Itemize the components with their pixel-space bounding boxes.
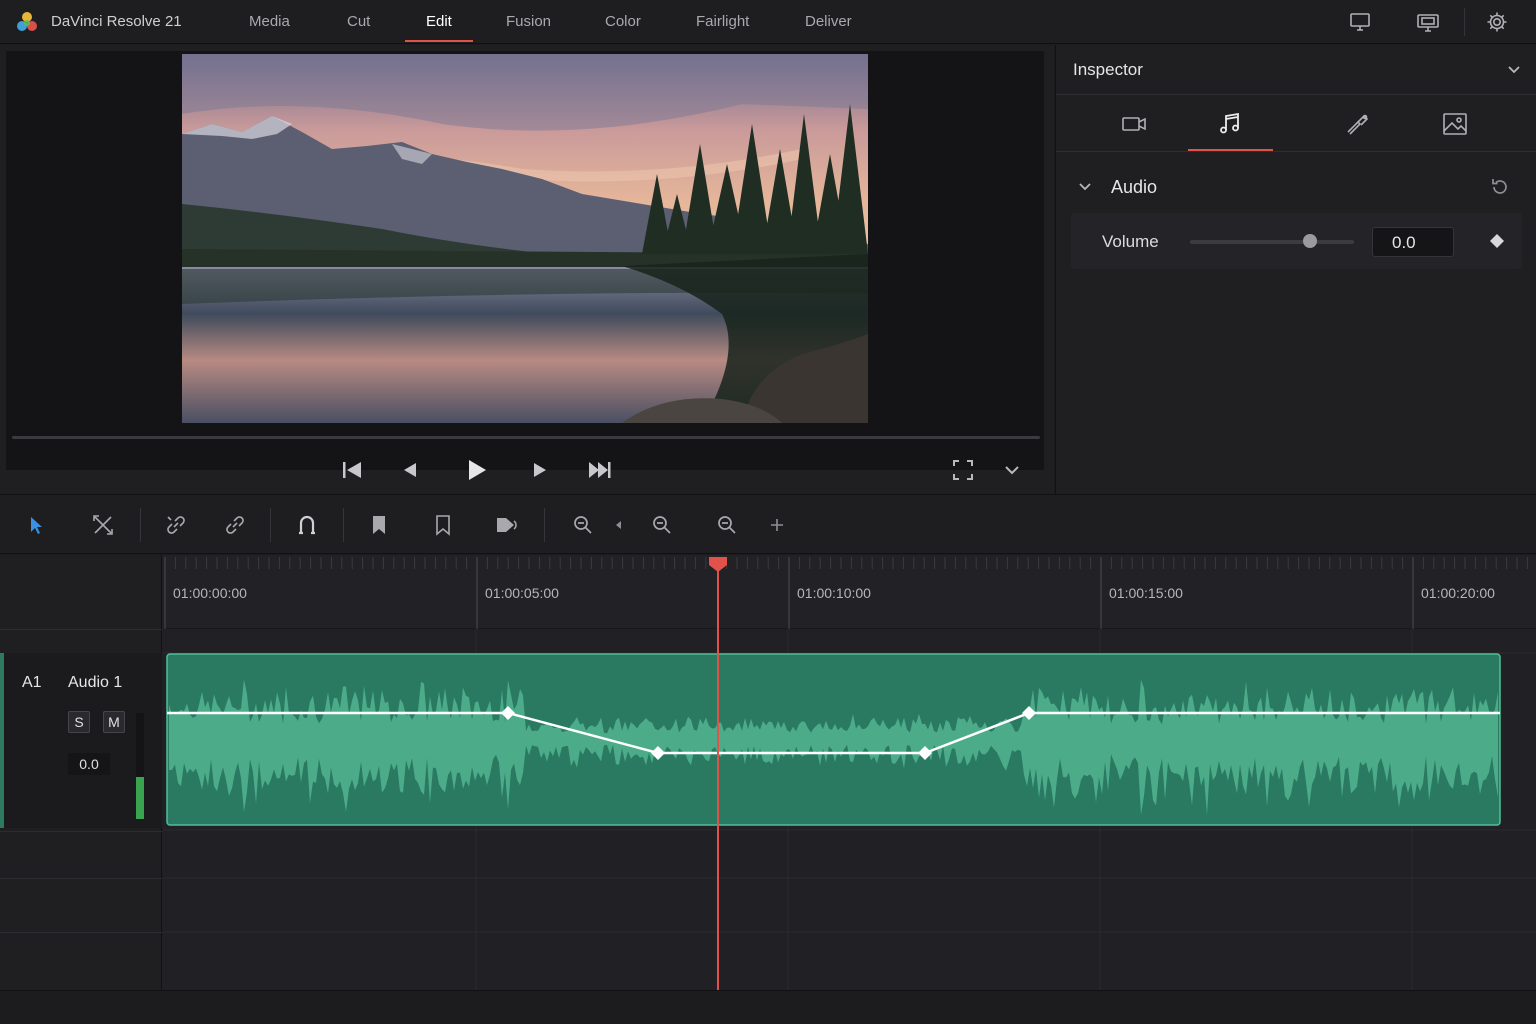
page-tab-edit[interactable]: Edit — [426, 13, 452, 30]
timecode-label: 01:00:10:00 — [797, 585, 871, 601]
mute-button[interactable]: M — [103, 711, 125, 733]
timecode-label: 01:00:15:00 — [1109, 585, 1183, 601]
header-divider — [0, 831, 162, 832]
header-divider — [0, 878, 162, 879]
step-forward-icon[interactable] — [527, 457, 553, 483]
viewer-canvas — [6, 51, 1044, 470]
top-bar: DaVinci Resolve 21 Media Cut Edit Fusion… — [0, 0, 1536, 44]
volume-label: Volume — [1102, 232, 1159, 251]
status-bar — [0, 990, 1536, 1024]
snapping-icon[interactable] — [295, 513, 319, 537]
play-icon[interactable] — [463, 457, 489, 483]
go-to-start-icon[interactable] — [339, 457, 365, 483]
video-frame[interactable] — [182, 54, 868, 423]
go-to-end-icon[interactable] — [587, 457, 613, 483]
inspector-header: Inspector — [1056, 45, 1536, 95]
audio-section-title: Audio — [1111, 177, 1158, 197]
toolbar-divider — [270, 508, 271, 542]
playhead[interactable] — [703, 555, 733, 990]
toolbar-divider — [1464, 8, 1465, 36]
audio-clip[interactable] — [166, 653, 1501, 826]
audio-tab-icon[interactable] — [1216, 110, 1244, 138]
track-canvas — [163, 630, 1536, 990]
page-tab-fusion[interactable]: Fusion — [506, 13, 551, 30]
page-tab-media[interactable]: Media — [249, 13, 290, 30]
volume-value-field[interactable]: 0.0 — [1372, 227, 1454, 257]
inspector-title: Inspector — [1073, 60, 1143, 79]
page-tab-color[interactable]: Color — [605, 13, 641, 30]
header-divider — [0, 932, 162, 933]
audio-meter-level — [136, 776, 144, 819]
image-tab-icon[interactable] — [1441, 110, 1469, 138]
timeline-panel: A1 Audio 1 S M 0.0 01:00:00:00 01:00:05:… — [0, 555, 1536, 990]
chevron-down-icon[interactable] — [1076, 178, 1094, 196]
timecode-label: 01:00:00:00 — [173, 585, 247, 601]
viewer-panel — [0, 45, 1054, 494]
effects-tab-icon[interactable] — [1344, 110, 1372, 138]
page-tab-deliver[interactable]: Deliver — [805, 13, 852, 30]
timeline-toolbar — [0, 494, 1536, 554]
audio-section-header: Audio — [1056, 167, 1536, 207]
timecode-label: 01:00:05:00 — [485, 585, 559, 601]
add-icon[interactable] — [765, 513, 789, 537]
audio-level-icon[interactable] — [494, 513, 518, 537]
settings-gear-icon[interactable] — [1485, 10, 1509, 34]
toolbar-divider — [140, 508, 141, 542]
track-area — [163, 630, 1536, 990]
zoom-handle-icon[interactable] — [608, 513, 632, 537]
toolbar-divider — [544, 508, 545, 542]
inspector-panel: Inspector Audio Volume 0.0 — [1055, 45, 1536, 494]
playhead-handle — [709, 557, 727, 572]
selection-tool-icon[interactable] — [24, 513, 48, 537]
zoom-fit-icon[interactable] — [715, 513, 739, 537]
chevron-down-icon[interactable] — [999, 457, 1025, 483]
app-title: DaVinci Resolve 21 — [51, 13, 182, 30]
flag-icon[interactable] — [367, 513, 391, 537]
track-header-a1[interactable]: A1 Audio 1 S M 0.0 — [0, 653, 162, 828]
keyframe-diamond-icon[interactable] — [1490, 234, 1504, 248]
fullscreen-icon[interactable] — [950, 457, 976, 483]
link-icon[interactable] — [164, 513, 188, 537]
zoom-in-icon[interactable] — [650, 513, 674, 537]
step-back-icon[interactable] — [397, 457, 423, 483]
unlink-icon[interactable] — [223, 513, 247, 537]
toolbar-divider — [343, 508, 344, 542]
trim-tool-icon[interactable] — [91, 513, 115, 537]
viewer-scrub-bar[interactable] — [12, 436, 1040, 439]
active-page-indicator — [405, 40, 473, 42]
marker-icon[interactable] — [431, 513, 455, 537]
single-monitor-icon[interactable] — [1348, 10, 1372, 34]
active-inspector-tab-indicator — [1188, 149, 1273, 151]
audio-meter — [136, 713, 144, 819]
volume-control-row: Volume 0.0 — [1071, 213, 1522, 269]
track-id: A1 — [22, 674, 42, 691]
page-tab-cut[interactable]: Cut — [347, 13, 370, 30]
page-tab-fairlight[interactable]: Fairlight — [696, 13, 749, 30]
inspector-tabs — [1056, 96, 1536, 152]
solo-button[interactable]: S — [68, 711, 90, 733]
track-name[interactable]: Audio 1 — [68, 674, 122, 692]
track-volume-field[interactable]: 0.0 — [68, 753, 110, 775]
timecode-label: 01:00:20:00 — [1421, 585, 1495, 601]
timecode-ruler[interactable]: 01:00:00:00 01:00:05:00 01:00:10:00 01:0… — [163, 555, 1536, 629]
reset-icon[interactable] — [1489, 176, 1511, 198]
video-tab-icon[interactable] — [1120, 110, 1148, 138]
davinci-logo-icon — [16, 11, 38, 33]
volume-slider-thumb[interactable] — [1303, 234, 1317, 248]
dual-monitor-icon[interactable] — [1416, 10, 1440, 34]
header-divider — [0, 629, 162, 630]
volume-slider[interactable] — [1190, 240, 1354, 244]
chevron-down-icon[interactable] — [1505, 61, 1523, 79]
zoom-out-icon[interactable] — [571, 513, 595, 537]
track-headers: A1 Audio 1 S M 0.0 — [0, 555, 162, 990]
